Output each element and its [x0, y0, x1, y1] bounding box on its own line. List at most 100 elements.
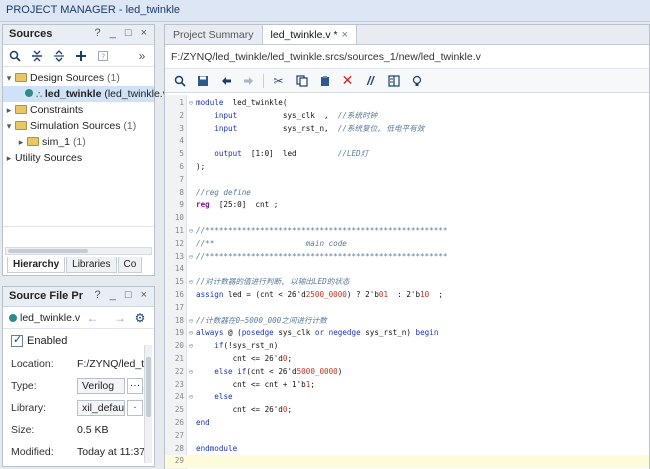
fold-toggle-icon[interactable]: ⊖	[188, 276, 194, 289]
type-field[interactable]: Verilog	[77, 378, 125, 394]
fold-toggle-icon[interactable]: ⊖	[188, 340, 194, 353]
line-number: 25	[174, 405, 184, 415]
fold-toggle-icon[interactable]: ⊖	[188, 97, 194, 110]
code-line[interactable]: 1 ⊖ module led_twinkle(	[165, 97, 649, 110]
nav-arrows[interactable]: ← →	[87, 311, 132, 325]
code-editor[interactable]: 1 ⊖ module led_twinkle(2 input sys_clk , /…	[165, 95, 649, 469]
code-line[interactable]: 8 //reg define	[165, 187, 649, 200]
tree-item-sim-1[interactable]: ▸ sim_1 (1)	[3, 134, 154, 150]
chevron-right-icon[interactable]: ▸	[15, 134, 27, 150]
code-line[interactable]: 16 assign led = (cnt < 26'd2500_0000) ? 2…	[165, 289, 649, 302]
panel-controls[interactable]: ? _ □ ×	[95, 289, 150, 301]
tab-hierarchy[interactable]: Hierarchy	[7, 257, 66, 273]
bulb-icon[interactable]	[408, 72, 425, 89]
code-line[interactable]: 15 ⊖//对计数器的值进行判断, 以输出LED的状态	[165, 276, 649, 289]
code-token: sys_clk	[273, 328, 315, 338]
code-line[interactable]: 14	[165, 263, 649, 276]
save-icon[interactable]	[194, 72, 211, 89]
code-line[interactable]: 9 reg [25:0] cnt ;	[165, 199, 649, 212]
gear-icon[interactable]: ⚙	[132, 310, 148, 326]
code-line[interactable]: 26 end	[165, 417, 649, 430]
code-line[interactable]: 5 output [1:0] led //LED灯	[165, 148, 649, 161]
fold-toggle-icon[interactable]: ⊖	[188, 327, 194, 340]
code-line[interactable]: 28 endmodule	[165, 443, 649, 456]
more-icon[interactable]: »	[134, 48, 150, 64]
code-line[interactable]: 4	[165, 135, 649, 148]
enabled-checkbox[interactable]	[11, 333, 23, 347]
fold-toggle-icon[interactable]: ⊖	[188, 366, 194, 379]
code-line[interactable]: 7	[165, 174, 649, 187]
chevron-right-icon[interactable]: ▸	[3, 102, 15, 118]
code-line[interactable]: 12 //** main code	[165, 238, 649, 251]
code-line[interactable]: 13 ⊖//***********************************…	[165, 251, 649, 264]
chevron-right-icon[interactable]: ▸	[3, 150, 15, 166]
search-icon[interactable]	[7, 48, 23, 64]
collapse-all-icon[interactable]	[29, 48, 45, 64]
line-text: cnt <= cnt + 1'b1;	[196, 379, 315, 392]
code-line[interactable]: 24 ⊖ else	[165, 391, 649, 404]
code-token: 2500_0000	[305, 290, 347, 299]
tree-item-utility-sources[interactable]: ▸ Utility Sources	[3, 150, 154, 166]
code-line[interactable]: 6);	[165, 161, 649, 174]
tab-compile-order[interactable]: Co	[117, 257, 143, 273]
code-line[interactable]: 20 ⊖ if(!sys_rst_n)	[165, 340, 649, 353]
copy-icon[interactable]	[293, 72, 310, 89]
comment-icon[interactable]: //	[362, 72, 379, 89]
properties-header: Source File Pr ? _ □ ×	[3, 287, 154, 307]
tree-item-constraints[interactable]: ▸ Constraints	[3, 102, 154, 118]
chevron-down-icon[interactable]: ▾	[3, 118, 15, 134]
code-line[interactable]: 18 ⊖//计数器在0~5000_000之间进行计数	[165, 315, 649, 328]
panel-controls[interactable]: ? _ □ ×	[95, 27, 150, 39]
line-text: if(!sys_rst_n)	[196, 340, 278, 353]
close-icon[interactable]: ×	[342, 29, 348, 41]
delete-icon[interactable]: ✕	[339, 72, 356, 89]
horizontal-scrollbar[interactable]	[5, 247, 152, 255]
code-line[interactable]: 23 cnt <= cnt + 1'b1;	[165, 379, 649, 392]
vertical-scrollbar[interactable]	[144, 345, 152, 463]
code-token: //计数器在0~5000_000之间进行计数	[196, 315, 327, 325]
tab-libraries[interactable]: Libraries	[66, 257, 117, 273]
redo-icon[interactable]	[240, 72, 257, 89]
code-line[interactable]: 10	[165, 212, 649, 225]
tab-led-twinkle[interactable]: led_twinkle.v * ×	[262, 25, 358, 44]
line-number: 21	[174, 354, 184, 363]
library-field[interactable]: xil_defaultlib	[77, 400, 125, 416]
fold-toggle-icon[interactable]: ⊖	[188, 251, 194, 264]
type-browse-button[interactable]: ···	[127, 378, 143, 394]
code-line[interactable]: 29	[165, 455, 649, 469]
tree-item-led-twinkle[interactable]: ⛬ led_twinkle (led_twinkle.v)	[3, 86, 171, 102]
info-icon[interactable]: ?	[95, 48, 111, 64]
code-line[interactable]: 22 ⊖ else if(cnt < 26'd5000_0000)	[165, 366, 649, 379]
code-token: sys_clk ,	[237, 110, 338, 120]
fold-toggle-icon[interactable]: ⊖	[188, 391, 194, 404]
svg-text:?: ?	[101, 52, 105, 61]
enabled-checkbox-row[interactable]: Enabled	[3, 329, 154, 353]
code-line[interactable]: 3 input sys_rst_n, //系统复位, 低电平有效	[165, 123, 649, 136]
search-icon[interactable]	[171, 72, 188, 89]
code-line[interactable]: 21 cnt <= 26'd0;	[165, 353, 649, 366]
columns-icon[interactable]	[385, 72, 402, 89]
tree-item-design-sources[interactable]: ▾ Design Sources (1)	[3, 70, 154, 86]
expand-all-icon[interactable]	[51, 48, 67, 64]
fold-toggle-icon[interactable]: ⊖	[188, 225, 194, 238]
tree-item-simulation-sources[interactable]: ▾ Simulation Sources (1)	[3, 118, 154, 134]
code-line[interactable]: 11 ⊖//***********************************…	[165, 225, 649, 238]
add-icon[interactable]	[73, 48, 89, 64]
line-text: reg [25:0] cnt ;	[196, 199, 278, 212]
fold-toggle-icon[interactable]: ⊖	[188, 315, 194, 328]
line-number: 24	[174, 392, 184, 402]
code-token: cnt <= cnt + 1'b	[196, 379, 306, 389]
chevron-down-icon[interactable]: ▾	[3, 70, 15, 86]
cut-icon[interactable]: ✂	[270, 72, 287, 89]
paste-icon[interactable]	[316, 72, 333, 89]
code-line[interactable]: 19 ⊖ always @ (posedge sys_clk or negedge …	[165, 327, 649, 340]
line-number: 23	[174, 379, 184, 389]
code-line[interactable]: 25 cnt <= 26'd0;	[165, 404, 649, 417]
editor-panel: Project Summary led_twinkle.v * × F:/ZYNQ…	[164, 24, 650, 469]
code-line[interactable]: 17	[165, 302, 649, 315]
code-line[interactable]: 27	[165, 430, 649, 443]
undo-icon[interactable]	[217, 72, 234, 89]
code-line[interactable]: 2 input sys_clk , //系统时钟	[165, 110, 649, 123]
tab-project-summary[interactable]: Project Summary	[165, 25, 263, 44]
library-browse-button[interactable]: ·	[127, 400, 143, 416]
